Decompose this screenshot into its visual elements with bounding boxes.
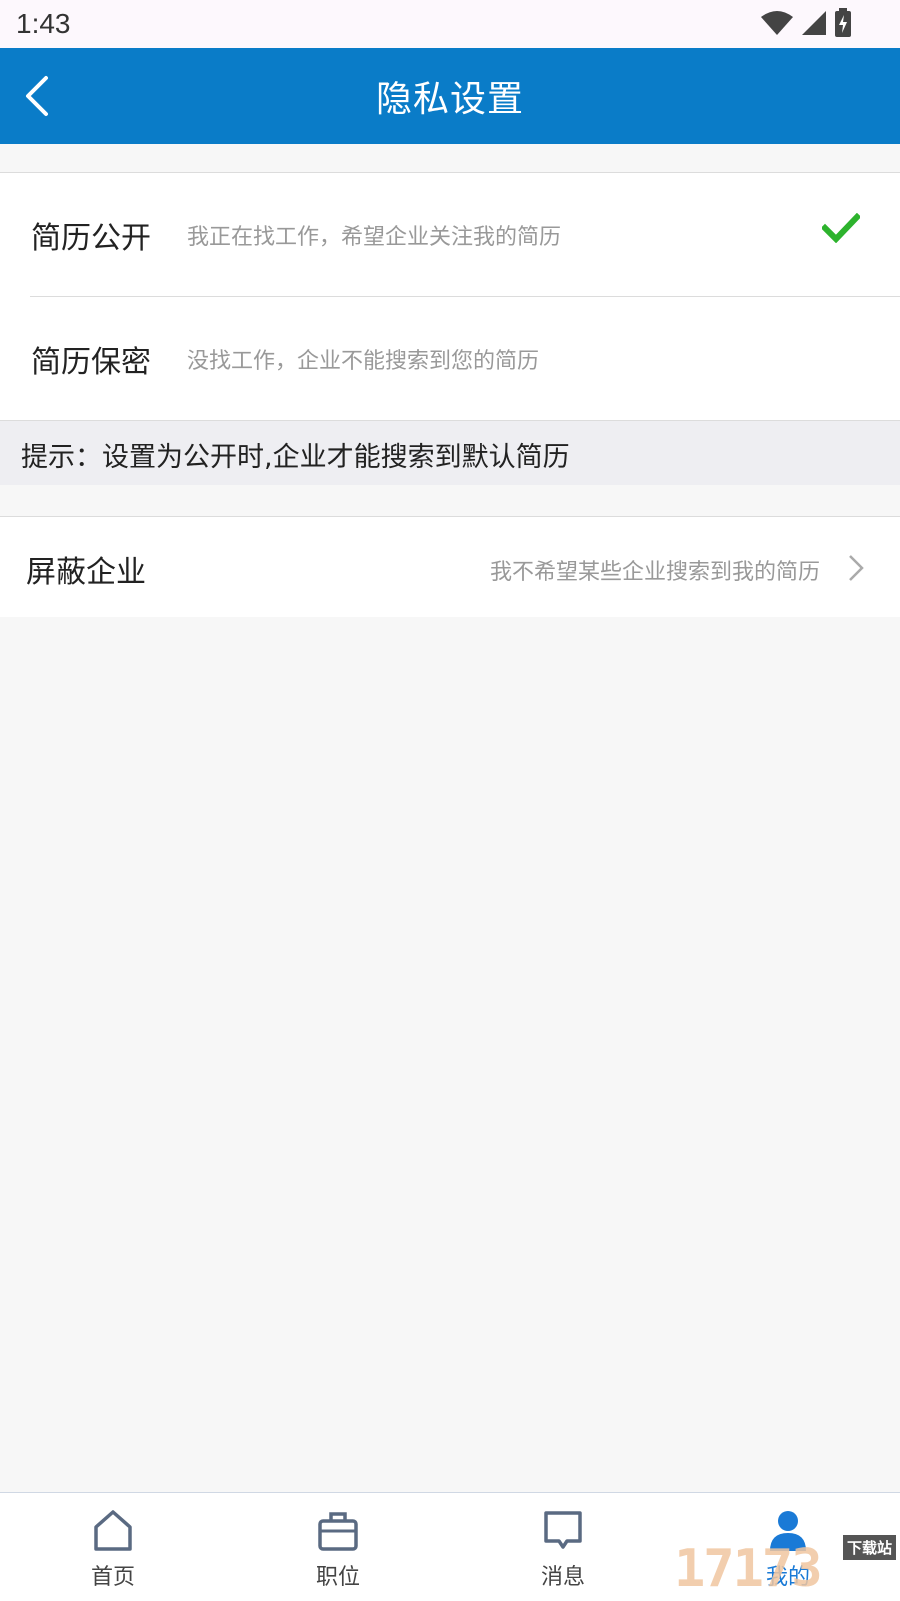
block-company-row[interactable]: 屏蔽企业 我不希望某些企业搜索到我的简历	[0, 516, 900, 617]
option-resume-public[interactable]: 简历公开 我正在找工作，希望企业关注我的简历	[0, 173, 900, 296]
status-icons	[760, 8, 852, 38]
tab-label: 职位	[315, 1565, 360, 1590]
checkmark-icon	[822, 213, 860, 243]
tab-jobs[interactable]: 职位	[278, 1507, 398, 1591]
tip-text: 提示：设置为公开时,企业才能搜索到默认简历	[21, 442, 570, 473]
option-label: 简历公开	[31, 220, 151, 256]
tab-label: 首页	[90, 1565, 135, 1590]
home-icon	[94, 1510, 132, 1551]
block-company-description: 我不希望某些企业搜索到我的简历	[489, 560, 820, 585]
tip-banner: 提示：设置为公开时,企业才能搜索到默认简历	[0, 421, 900, 485]
resume-visibility-section: 简历公开 我正在找工作，希望企业关注我的简历 简历保密 没找工作，企业不能搜索到…	[0, 172, 900, 421]
block-company-label: 屏蔽企业	[26, 555, 146, 590]
app-header: 隐私设置	[0, 48, 900, 144]
battery-icon	[835, 8, 851, 37]
option-description: 没找工作，企业不能搜索到您的简历	[187, 348, 540, 374]
watermark-logo: 17173 下载站	[670, 1535, 900, 1600]
tab-label: 消息	[540, 1565, 585, 1590]
briefcase-icon	[318, 1512, 358, 1551]
option-resume-private[interactable]: 简历保密 没找工作，企业不能搜索到您的简历	[0, 297, 900, 420]
status-bar: 1:43	[0, 0, 900, 48]
wifi-icon	[761, 11, 793, 35]
option-label: 简历保密	[31, 344, 151, 380]
page-title: 隐私设置	[375, 79, 524, 120]
option-description: 我正在找工作，希望企业关注我的简历	[187, 224, 562, 250]
tab-home[interactable]: 首页	[53, 1507, 173, 1591]
tab-messages[interactable]: 消息	[503, 1507, 623, 1591]
watermark-tag: 下载站	[842, 1535, 896, 1560]
chevron-right-icon	[849, 555, 864, 581]
watermark-number: 17173	[674, 1539, 823, 1599]
signal-icon	[802, 11, 826, 35]
status-time: 1:43	[16, 8, 71, 39]
message-icon	[544, 1511, 582, 1549]
